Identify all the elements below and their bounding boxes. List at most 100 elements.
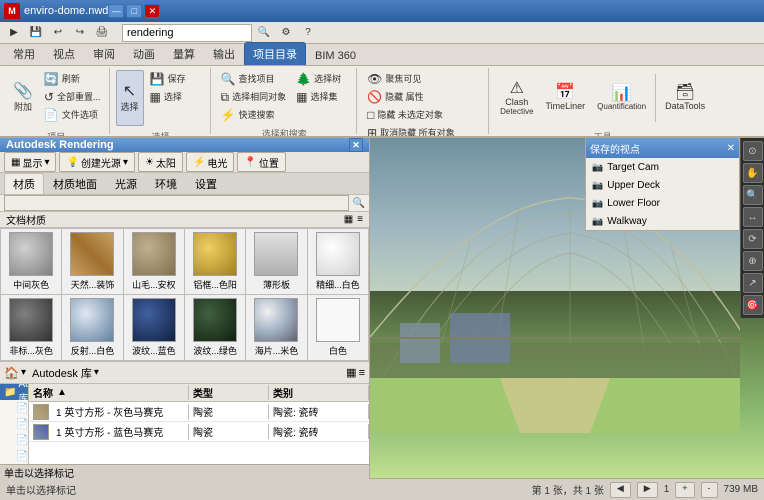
save-select-button[interactable]: 💾 保存 xyxy=(146,70,206,87)
home-icon[interactable]: 🏠 xyxy=(4,366,19,380)
material-item-6[interactable]: 精细...白色 xyxy=(308,229,368,294)
qa-btn-redo[interactable]: ↪ xyxy=(70,24,90,42)
search-button[interactable]: 🔍 xyxy=(254,24,274,42)
sv-close-btn[interactable]: ✕ xyxy=(727,143,735,154)
lib-row-2[interactable]: 1 英寸方形 - 蓝色马赛克 陶瓷 陶瓷: 瓷砖 xyxy=(29,422,369,442)
lib-item-board[interactable]: 📄 护板 xyxy=(0,448,28,464)
zoom-button[interactable]: 🔍 xyxy=(743,185,763,205)
tab-project-dir[interactable]: 项目目录 xyxy=(244,42,306,65)
status-nav-prev[interactable]: ◀ xyxy=(610,482,631,498)
camera-icon-1: 📷 xyxy=(592,162,603,173)
camera-icon-2: 📷 xyxy=(592,180,603,191)
append-button[interactable]: 📎 附加 xyxy=(8,70,38,126)
grid-view-icon[interactable]: ▦ xyxy=(344,214,353,225)
search-input[interactable] xyxy=(122,24,252,42)
tab-measure[interactable]: 量算 xyxy=(164,42,204,65)
qa-btn-save[interactable]: 💾 xyxy=(26,24,46,42)
create-light-button[interactable]: 💡 创建光源 ▾ xyxy=(59,152,134,172)
material-item-1[interactable]: 中间灰色 xyxy=(1,229,61,294)
clash-detective-button[interactable]: ⚠ Clash Detective xyxy=(495,70,538,126)
sun-button[interactable]: ☀ 太阳 xyxy=(138,152,183,172)
tab-settings[interactable]: 设置 xyxy=(186,173,226,194)
status-nav-next[interactable]: ▶ xyxy=(637,482,658,498)
material-item-11[interactable]: 海片...米色 xyxy=(246,295,306,360)
position-button[interactable]: 📍 位置 xyxy=(237,152,285,172)
tab-review[interactable]: 审阅 xyxy=(84,42,124,65)
zoom-in-button[interactable]: ⊕ xyxy=(743,251,763,271)
qa-btn-1[interactable]: ▶ xyxy=(4,24,24,42)
lib-grid-icon[interactable]: ▦ xyxy=(346,366,356,379)
material-search-input[interactable] xyxy=(4,195,349,211)
tab-output[interactable]: 输出 xyxy=(204,42,244,65)
tab-lights[interactable]: 光源 xyxy=(106,173,146,194)
quick-search-button[interactable]: ⚡ 快速搜索 xyxy=(217,106,291,123)
tab-animation[interactable]: 动画 xyxy=(124,42,164,65)
sv-item-2[interactable]: 📷 Upper Deck xyxy=(586,176,739,194)
tab-materials[interactable]: 材质 xyxy=(4,173,44,194)
status-zoom-out[interactable]: - xyxy=(701,482,718,498)
rotate-button[interactable]: ⟳ xyxy=(743,229,763,249)
hide-unselected-button[interactable]: □ 隐藏 未选定对象 xyxy=(363,106,459,123)
qa-btn-help[interactable]: ? xyxy=(298,24,318,42)
tab-changyon[interactable]: 常用 xyxy=(4,42,44,65)
lib-item-floor[interactable]: 📄 地板 xyxy=(0,432,28,448)
lib-list-icon[interactable]: ≡ xyxy=(359,367,365,379)
panel-close-button[interactable]: ✕ xyxy=(349,138,363,152)
close-button[interactable]: ✕ xyxy=(144,4,160,18)
tab-environment[interactable]: 环境 xyxy=(146,173,186,194)
orbit-button[interactable]: ⊙ xyxy=(743,141,763,161)
selection-sets-button[interactable]: ▦ 选择集 xyxy=(292,88,352,105)
sky-button[interactable]: ⚡ 电光 xyxy=(186,152,234,172)
library-toolbar: 🏠 ▾ Autodesk 库 ▾ ▦ ≡ xyxy=(0,362,369,384)
minimize-button[interactable]: — xyxy=(108,4,124,18)
sv-item-1[interactable]: 📷 Target Cam xyxy=(586,158,739,176)
material-item-7[interactable]: 非标...灰色 xyxy=(1,295,61,360)
material-item-9[interactable]: 波纹...蓝色 xyxy=(124,295,184,360)
find-items-button[interactable]: 🔍 查找项目 xyxy=(217,70,291,87)
qa-btn-print[interactable]: 🖨 xyxy=(92,24,112,42)
lib-row-1[interactable]: 1 英寸方形 - 灰色马赛克 陶瓷 陶瓷: 瓷砖 xyxy=(29,402,369,422)
fit-button[interactable]: ↔ xyxy=(743,207,763,227)
select-tool-button[interactable]: ↗ xyxy=(743,273,763,293)
lib-item-glass[interactable]: 📄 玻璃 xyxy=(0,416,28,432)
tab-bim360[interactable]: BIM 360 xyxy=(306,46,365,65)
lib-item-autodesk[interactable]: 📁 Autodesk 库 🔒 xyxy=(0,384,28,400)
material-item-3[interactable]: 山毛...安权 xyxy=(124,229,184,294)
datatools-button[interactable]: 🗃 DataTools xyxy=(660,70,710,126)
focus-visible-button[interactable]: 👁 聚焦可见 xyxy=(363,70,459,87)
timeliner-button[interactable]: 📅 TimeLiner xyxy=(540,70,590,126)
pan-button[interactable]: ✋ xyxy=(743,163,763,183)
lib-item-surface[interactable]: 📄 表面处理 xyxy=(0,400,28,416)
qa-btn-undo[interactable]: ↩ xyxy=(48,24,68,42)
status-zoom-in[interactable]: + xyxy=(675,482,694,498)
qa-btn-settings[interactable]: ⚙ xyxy=(276,24,296,42)
material-item-4[interactable]: 铝框...色阳 xyxy=(185,229,245,294)
sv-item-4[interactable]: 📷 Walkway xyxy=(586,212,739,230)
refresh-button[interactable]: 🔄 刷新 xyxy=(40,70,105,87)
unhide-all-button[interactable]: ⊞ 取消隐藏 所有对象 xyxy=(363,124,459,138)
select-button[interactable]: ↖ 选择 xyxy=(116,70,144,126)
material-item-2[interactable]: 天然...装饰 xyxy=(62,229,122,294)
select-tree-button[interactable]: 🌲 选择树 xyxy=(292,70,352,87)
sv-item-3[interactable]: 📷 Lower Floor xyxy=(586,194,739,212)
material-item-8[interactable]: 反射...白色 xyxy=(62,295,122,360)
quantification-button[interactable]: 📊 Quantification xyxy=(592,70,651,126)
hide-properties-button[interactable]: 🚫 隐藏 属性 xyxy=(363,88,459,105)
material-item-10[interactable]: 波纹...绿色 xyxy=(185,295,245,360)
folder-icon: 📁 xyxy=(4,387,16,398)
reset-all-button[interactable]: ↺ 全部重置... xyxy=(40,88,105,105)
tab-material-surface[interactable]: 材质地面 xyxy=(44,173,106,194)
list-view-icon[interactable]: ≡ xyxy=(357,214,363,225)
material-item-12[interactable]: 白色 xyxy=(308,295,368,360)
material-item-5[interactable]: 薄形板 xyxy=(246,229,306,294)
file-options-button[interactable]: 📄 文件选项 xyxy=(40,106,105,123)
main-area: Autodesk Rendering ✕ ▦ 显示 ▾ 💡 创建光源 ▾ ☀ 太… xyxy=(0,138,764,478)
target-button[interactable]: 🎯 xyxy=(743,295,763,315)
material-swatch-7 xyxy=(9,298,53,342)
tab-viewpoint[interactable]: 视点 xyxy=(44,42,84,65)
select-sets-button[interactable]: ▦ 选择 xyxy=(146,88,206,105)
maximize-button[interactable]: □ xyxy=(126,4,142,18)
display-mode-button[interactable]: ▦ 显示 ▾ xyxy=(4,152,56,172)
select-same-button[interactable]: ⧉ 选择相同对象 xyxy=(217,88,291,105)
material-swatch-6 xyxy=(316,232,360,276)
